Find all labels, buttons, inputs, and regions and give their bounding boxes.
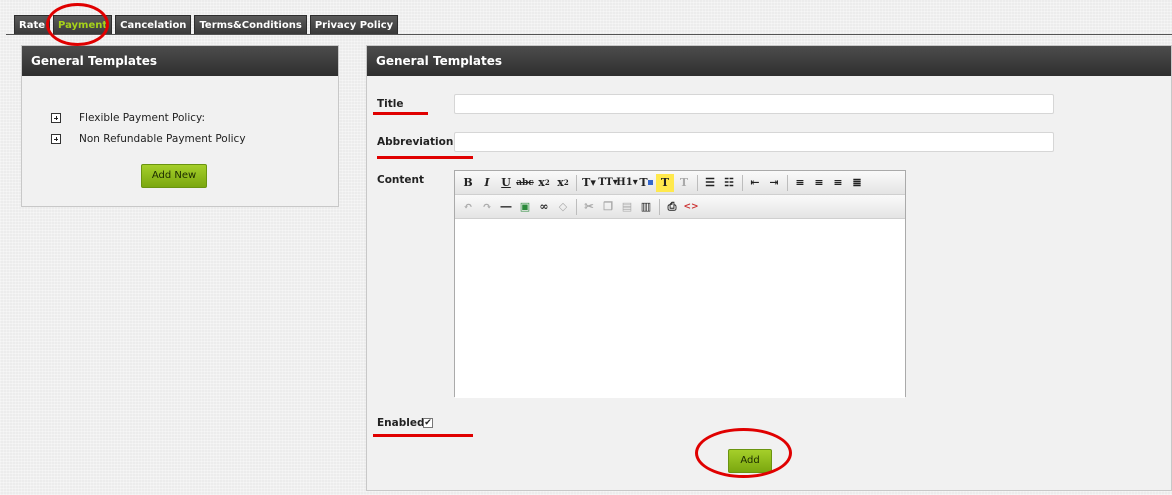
enabled-label: Enabled — [377, 417, 425, 429]
italic-icon[interactable]: I — [478, 174, 496, 192]
abbreviation-field[interactable] — [454, 132, 1054, 152]
align-right-icon[interactable]: ≡ — [829, 174, 847, 192]
panel-title: General Templates — [22, 46, 338, 76]
tab-divider — [6, 34, 1172, 35]
copy-icon[interactable]: ❐ — [599, 198, 617, 216]
bold-icon[interactable]: B — [459, 174, 477, 192]
enabled-checkbox[interactable]: ✔ — [423, 418, 433, 428]
paste-icon[interactable]: ▤ — [618, 198, 636, 216]
annotation-circle — [695, 428, 792, 478]
toolbar-separator — [576, 198, 577, 215]
title-label: Title — [377, 98, 404, 110]
highlight-icon[interactable]: T — [656, 173, 674, 192]
tab-terms-conditions[interactable]: Terms&Conditions — [194, 15, 307, 34]
annotation-underline — [373, 434, 473, 437]
undo-icon[interactable]: ↶ — [459, 198, 477, 216]
abbreviation-label: Abbreviation — [377, 136, 454, 148]
heading-icon[interactable]: H1▾ — [616, 174, 637, 192]
templates-list-panel: General Templates Flexible Payment Polic… — [21, 45, 339, 207]
source-code-icon[interactable]: <> — [682, 198, 700, 216]
rich-text-editor: B I U abc x2 x2 T▾ TT▾ H1▾ T T T ☰ ☷ ⇤ ⇥… — [454, 170, 906, 398]
align-left-icon[interactable]: ≡ — [791, 174, 809, 192]
link-icon[interactable]: ∞ — [535, 198, 553, 216]
print-icon[interactable]: ⎙ — [663, 198, 681, 216]
image-icon[interactable]: ▣ — [516, 198, 534, 216]
numbered-list-icon[interactable]: ☷ — [720, 174, 738, 192]
toolbar-separator — [742, 174, 743, 191]
indent-icon[interactable]: ⇥ — [765, 174, 783, 192]
annotation-circle — [46, 3, 109, 46]
subscript-icon[interactable]: x2 — [535, 174, 553, 192]
tab-rate[interactable]: Rate — [14, 15, 51, 34]
content-label: Content — [377, 174, 425, 186]
outdent-icon[interactable]: ⇤ — [746, 174, 764, 192]
add-new-button[interactable]: Add New — [141, 164, 207, 188]
bullet-list-icon[interactable]: ☰ — [701, 174, 719, 192]
underline-icon[interactable]: U — [497, 174, 515, 192]
title-field[interactable] — [454, 94, 1054, 114]
list-item-label: Flexible Payment Policy: — [79, 112, 206, 124]
font-size-icon[interactable]: TT▾ — [598, 174, 618, 192]
expand-icon[interactable] — [51, 113, 61, 123]
annotation-underline — [377, 156, 473, 159]
panel-title: General Templates — [367, 46, 1171, 76]
editor-toolbar-row-2: ↶ ↷ ― ▣ ∞ ◇ ✂ ❐ ▤ ▥ ⎙ <> — [455, 195, 905, 219]
unlink-icon[interactable]: ◇ — [554, 198, 572, 216]
text-color-icon[interactable]: T — [637, 174, 655, 192]
clear-format-icon[interactable]: T — [675, 174, 693, 192]
editor-toolbar-row-1: B I U abc x2 x2 T▾ TT▾ H1▾ T T T ☰ ☷ ⇤ ⇥… — [455, 171, 905, 195]
list-item[interactable]: Non Refundable Payment Policy — [51, 133, 246, 145]
strikethrough-icon[interactable]: abc — [516, 174, 534, 192]
tab-privacy-policy[interactable]: Privacy Policy — [309, 15, 399, 34]
horizontal-rule-icon[interactable]: ― — [497, 198, 515, 216]
font-family-icon[interactable]: T▾ — [580, 174, 598, 192]
superscript-icon[interactable]: x2 — [554, 174, 572, 192]
redo-icon[interactable]: ↷ — [478, 198, 496, 216]
annotation-underline — [373, 112, 428, 115]
template-form-panel: General Templates Title Abbreviation Con… — [366, 45, 1172, 491]
paste-word-icon[interactable]: ▥ — [637, 198, 655, 216]
toolbar-separator — [659, 198, 660, 215]
toolbar-separator — [787, 174, 788, 191]
expand-icon[interactable] — [51, 134, 61, 144]
toolbar-separator — [576, 174, 577, 191]
editor-content-area[interactable] — [455, 219, 905, 398]
align-center-icon[interactable]: ≡ — [810, 174, 828, 192]
justify-icon[interactable]: ≣ — [848, 174, 866, 192]
toolbar-separator — [697, 174, 698, 191]
list-item-label: Non Refundable Payment Policy — [79, 133, 246, 145]
list-item[interactable]: Flexible Payment Policy: — [51, 112, 205, 124]
cut-icon[interactable]: ✂ — [580, 198, 598, 216]
tab-cancelation[interactable]: Cancelation — [115, 15, 192, 34]
